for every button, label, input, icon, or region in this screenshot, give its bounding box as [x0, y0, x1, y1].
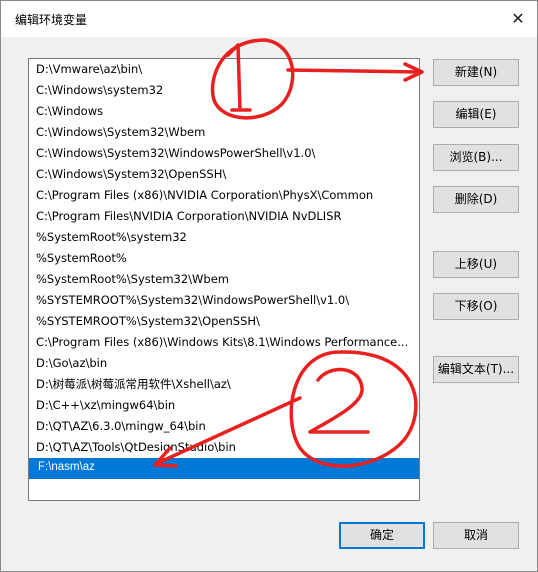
edit-text-button[interactable]: 编辑文本(T)...: [433, 356, 519, 383]
list-item-editing[interactable]: [29, 458, 419, 479]
list-item[interactable]: %SystemRoot%\system32: [29, 227, 419, 248]
list-item[interactable]: C:\Windows\System32\OpenSSH\: [29, 164, 419, 185]
cancel-button[interactable]: 取消: [433, 522, 519, 549]
new-button[interactable]: 新建(N): [433, 59, 519, 86]
list-item[interactable]: D:\Go\az\bin: [29, 353, 419, 374]
browse-button[interactable]: 浏览(B)...: [433, 144, 519, 171]
list-item[interactable]: C:\Windows\System32\Wbem: [29, 122, 419, 143]
ok-button[interactable]: 确定: [339, 522, 425, 549]
list-item[interactable]: %SYSTEMROOT%\System32\WindowsPowerShell\…: [29, 290, 419, 311]
list-item[interactable]: D:\树莓派\树莓派常用软件\Xshell\az\: [29, 374, 419, 395]
list-item[interactable]: %SYSTEMROOT%\System32\OpenSSH\: [29, 311, 419, 332]
list-item[interactable]: C:\Windows: [29, 101, 419, 122]
close-icon[interactable]: ✕: [507, 8, 529, 30]
list-item[interactable]: D:\C++\xz\mingw64\bin: [29, 395, 419, 416]
list-item[interactable]: C:\Windows\system32: [29, 80, 419, 101]
list-item[interactable]: C:\Program Files\NVIDIA Corporation\NVID…: [29, 206, 419, 227]
list-item[interactable]: C:\Program Files (x86)\Windows Kits\8.1\…: [29, 332, 419, 353]
list-item[interactable]: C:\Windows\System32\WindowsPowerShell\v1…: [29, 143, 419, 164]
path-edit-input[interactable]: [35, 459, 113, 476]
title-bar: 编辑环境变量 ✕: [1, 1, 537, 37]
edit-button[interactable]: 编辑(E): [433, 101, 519, 128]
list-item[interactable]: %SystemRoot%: [29, 248, 419, 269]
list-item[interactable]: D:\Vmware\az\bin\: [29, 59, 419, 80]
edit-env-var-dialog: 编辑环境变量 ✕ D:\Vmware\az\bin\ C:\Windows\sys…: [0, 0, 538, 572]
list-item[interactable]: D:\QT\AZ\Tools\QtDesignStudio\bin: [29, 437, 419, 458]
list-item[interactable]: C:\Program Files (x86)\NVIDIA Corporatio…: [29, 185, 419, 206]
move-down-button[interactable]: 下移(O): [433, 293, 519, 320]
path-list[interactable]: D:\Vmware\az\bin\ C:\Windows\system32 C:\W…: [28, 58, 420, 501]
window-title: 编辑环境变量: [15, 13, 88, 27]
list-item[interactable]: %SystemRoot%\System32\Wbem: [29, 269, 419, 290]
move-up-button[interactable]: 上移(U): [433, 251, 519, 278]
delete-button[interactable]: 删除(D): [433, 186, 519, 213]
list-item[interactable]: D:\QT\AZ\6.3.0\mingw_64\bin: [29, 416, 419, 437]
